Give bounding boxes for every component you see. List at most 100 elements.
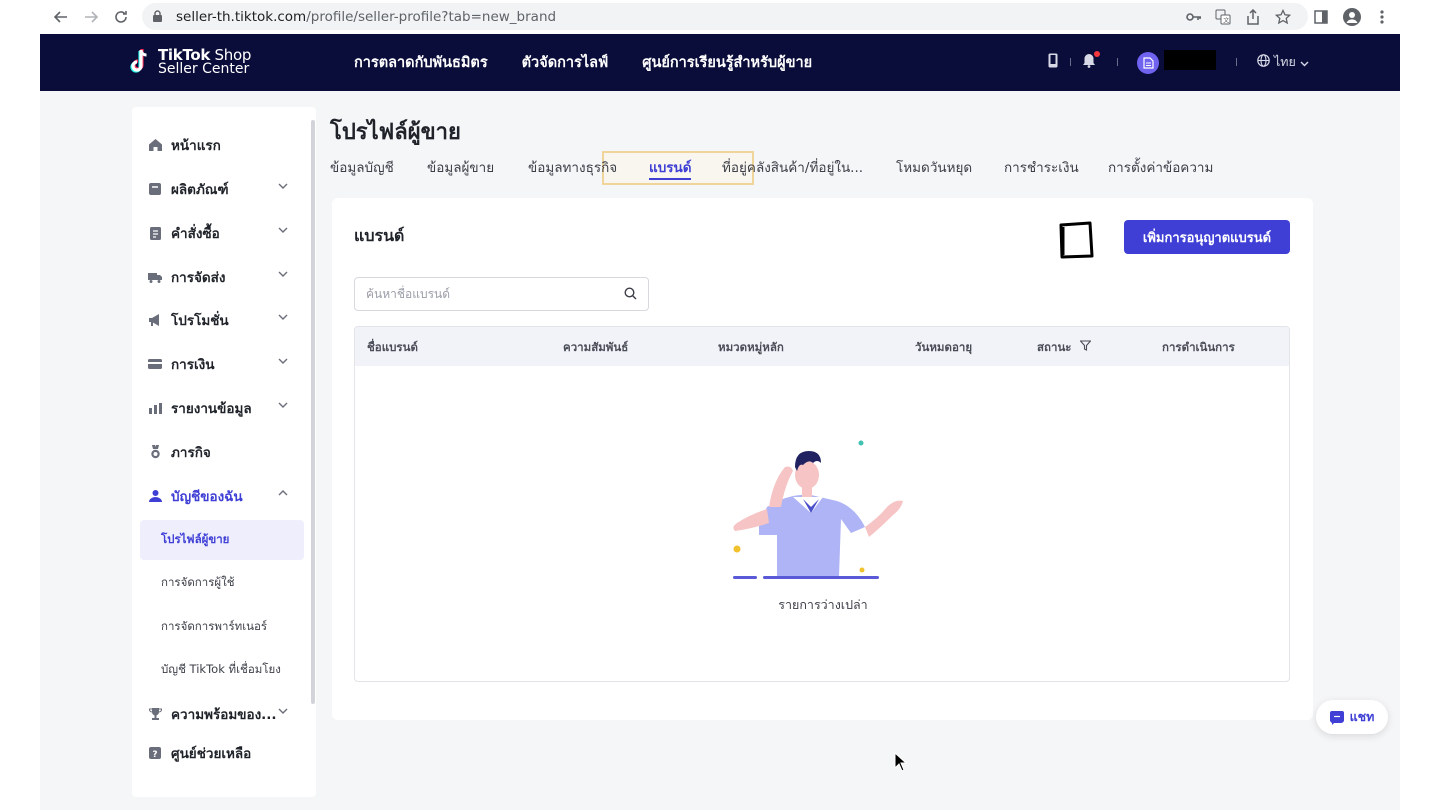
trophy-icon [148, 707, 162, 721]
sidebar-item-products[interactable]: ผลิตภัณฑ์ [132, 169, 316, 209]
sidebar-item-help-center[interactable]: ? ศูนย์ช่วยเหลือ [132, 733, 316, 773]
topnav-affiliate[interactable]: การตลาดกับพันธมิตร [354, 51, 488, 74]
back-arrow-icon[interactable] [50, 6, 72, 28]
card-icon [148, 357, 162, 371]
tab-brand[interactable]: แบรนด์ [649, 156, 692, 178]
empty-state-text: รายการว่างเปล่า [778, 597, 868, 612]
mouse-cursor-icon [894, 752, 908, 772]
page: TikTok Shop Seller Center การตลาดกับพันธ… [40, 34, 1400, 810]
card-title: แบรนด์ [354, 226, 405, 245]
chevron-down-icon [278, 269, 288, 280]
chevron-down-icon [278, 181, 288, 192]
sidebar-sub-user-management[interactable]: การจัดการผู้ใช้ [140, 563, 304, 603]
url-path: /profile/seller-profile?tab=new_brand [306, 8, 557, 25]
table-header: ชื่อแบรนด์ ความสัมพันธ์ หมวดหมู่หลัก วัน… [355, 327, 1289, 366]
svg-text:文: 文 [1223, 17, 1229, 25]
col-main-category: หมวดหมู่หลัก [718, 340, 784, 354]
language-selector[interactable]: ไทย [1257, 52, 1309, 72]
menu-dots-icon[interactable] [1372, 7, 1392, 27]
divider [1117, 58, 1118, 66]
chat-button[interactable]: แชท [1316, 700, 1388, 734]
profile-icon[interactable] [1342, 7, 1362, 27]
brand-card: แบรนด์ เพิ่มการอนุญาตแบรนด์ ค้นหาชื่อแบร… [332, 198, 1313, 720]
sidebar-item-readiness[interactable]: ความพร้อมของ... [132, 694, 316, 734]
empty-state-illustration [733, 440, 903, 579]
forward-arrow-icon[interactable] [80, 6, 102, 28]
sidebar-item-shipping[interactable]: การจัดส่ง [132, 257, 316, 297]
col-status-label: สถานะ [1037, 340, 1072, 354]
translate-icon[interactable]: 文 [1213, 7, 1233, 27]
sidebar-scrollbar[interactable] [311, 120, 315, 704]
sidebar-item-label: คำสั่งซื้อ [171, 226, 220, 242]
sidebar-item-label: บัญชีของฉัน [171, 489, 243, 505]
sidebar: หน้าแรก ผลิตภัณฑ์ คำสั่งซื้อ การจัดส่ง โ… [132, 107, 316, 797]
home-icon [148, 138, 162, 152]
sidebar-item-label: ภารกิจ [171, 445, 211, 461]
col-status[interactable]: สถานะ [1037, 339, 1092, 357]
sidebar-sub-partner-management[interactable]: การจัดการพาร์ทเนอร์ [140, 607, 304, 647]
brand-table: ชื่อแบรนด์ ความสัมพันธ์ หมวดหมู่หลัก วัน… [354, 326, 1290, 682]
hand-drawn-square-annotation [1059, 221, 1094, 259]
chevron-down-icon [278, 312, 288, 323]
tab-message-settings[interactable]: การตั้งค่าข้อความ [1108, 156, 1213, 178]
sidebar-sub-linked-tiktok[interactable]: บัญชี TikTok ที่เชื่อมโยง [140, 650, 304, 690]
tab-seller-info[interactable]: ข้อมูลผู้ขาย [427, 156, 494, 178]
chart-icon [148, 401, 162, 415]
reload-icon[interactable] [110, 6, 132, 28]
share-icon[interactable] [1243, 7, 1263, 27]
sidebar-item-missions[interactable]: ภารกิจ [132, 432, 316, 472]
filter-icon[interactable] [1078, 340, 1092, 354]
svg-text:?: ? [152, 750, 157, 759]
sidebar-item-my-account[interactable]: บัญชีของฉัน [132, 476, 316, 516]
tab-holiday-mode[interactable]: โหมดวันหยุด [896, 156, 972, 178]
top-nav: การตลาดกับพันธมิตร ตัวจัดการไลฟ์ ศูนย์กา… [354, 34, 812, 91]
col-actions: การดำเนินการ [1162, 340, 1235, 354]
chevron-down-icon [1300, 55, 1309, 70]
sidebar-item-label: ศูนย์ช่วยเหลือ [171, 746, 252, 762]
redacted-shop-name [1164, 50, 1216, 70]
add-brand-authorization-button[interactable]: เพิ่มการอนุญาตแบรนด์ [1124, 220, 1290, 254]
chat-bubble-icon [1329, 711, 1344, 725]
language-label: ไทย [1274, 54, 1296, 69]
truck-icon [148, 270, 162, 284]
tiktok-shop-logo[interactable]: TikTok Shop Seller Center [130, 48, 251, 76]
key-icon[interactable] [1184, 7, 1204, 27]
topnav-live-manager[interactable]: ตัวจัดการไลฟ์ [522, 51, 609, 74]
topnav-learning-center[interactable]: ศูนย์การเรียนรู้สำหรับผู้ขาย [642, 51, 812, 74]
shop-avatar[interactable] [1137, 52, 1159, 74]
sidepanel-icon[interactable] [1311, 7, 1331, 27]
brand-search-input[interactable]: ค้นหาชื่อแบรนด์ [354, 277, 649, 311]
chevron-down-icon [278, 400, 288, 411]
megaphone-icon [148, 313, 162, 327]
sidebar-item-orders[interactable]: คำสั่งซื้อ [132, 213, 316, 253]
sidebar-item-promotions[interactable]: โปรโมชั่น [132, 300, 316, 340]
tab-account-info[interactable]: ข้อมูลบัญชี [330, 156, 394, 178]
sidebar-item-label: ความพร้อมของ... [171, 707, 277, 723]
star-icon[interactable] [1273, 7, 1293, 27]
order-icon [148, 226, 162, 240]
phone-icon[interactable] [1048, 53, 1058, 72]
chevron-down-icon [278, 706, 288, 717]
user-icon [148, 489, 162, 503]
address-bar[interactable]: seller-th.tiktok.com/profile/seller-prof… [142, 3, 1308, 30]
sidebar-item-home[interactable]: หน้าแรก [132, 125, 316, 165]
search-icon[interactable] [624, 287, 637, 304]
tiktok-note-icon [130, 48, 152, 76]
sidebar-item-finance[interactable]: การเงิน [132, 344, 316, 384]
tab-business-info[interactable]: ข้อมูลทางธุรกิจ [528, 156, 617, 178]
product-icon [148, 182, 162, 196]
sidebar-sub-seller-profile[interactable]: โปรไฟล์ผู้ขาย [140, 520, 304, 560]
chevron-down-icon [278, 356, 288, 367]
medal-icon [148, 445, 162, 459]
divider [1236, 58, 1237, 66]
sidebar-item-reports[interactable]: รายงานข้อมูล [132, 388, 316, 428]
col-brand-name: ชื่อแบรนด์ [367, 340, 418, 354]
sidebar-item-label: โปรโมชั่น [171, 313, 229, 329]
sidebar-item-label: หน้าแรก [171, 138, 221, 154]
tab-payment[interactable]: การชำระเงิน [1004, 156, 1079, 178]
chevron-down-icon [278, 225, 288, 236]
sidebar-item-label: การเงิน [171, 357, 215, 373]
page-title: โปรไฟล์ผู้ขาย [330, 120, 461, 145]
tab-warehouse-address[interactable]: ที่อยู่คลังสินค้า/ที่อยู่ใน... [722, 156, 863, 178]
search-placeholder: ค้นหาชื่อแบรนด์ [366, 286, 451, 301]
